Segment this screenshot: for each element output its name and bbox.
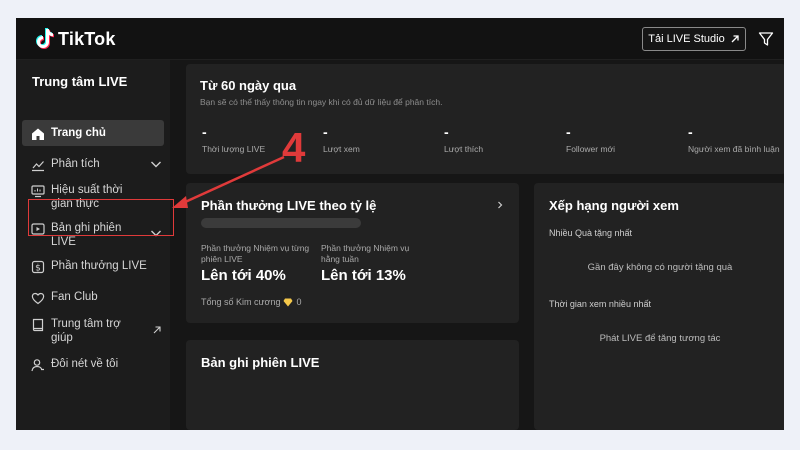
sidebar-item-label: Fan Club	[51, 291, 98, 303]
chart-icon	[32, 161, 44, 172]
stat-value: -	[688, 124, 693, 140]
sidebar-item-label: Trang chủ	[51, 127, 106, 139]
heart-icon	[31, 292, 45, 305]
weekly-reward-value: Lên tới 13%	[321, 267, 406, 284]
top-bar: TikTok Tải LIVE Studio	[16, 18, 784, 60]
monitor-icon	[31, 185, 45, 198]
logo-text: TikTok	[58, 28, 116, 49]
overview-title: Từ 60 ngày qua	[200, 78, 297, 93]
rewards-panel[interactable]: Phần thưởng LIVE theo tỷ lệ Phần thưởng …	[186, 183, 519, 323]
stat-label: Follower mới	[566, 144, 616, 154]
diamond-icon	[283, 298, 293, 306]
diamonds-value: 0	[296, 297, 302, 307]
sidebar-item-about-me[interactable]: Đôi nét về tôi	[22, 357, 164, 372]
sidebar-item-help-center[interactable]: Trung tâm trợ giúp	[22, 317, 164, 345]
svg-text:$: $	[35, 264, 41, 274]
studio-button-label: Tải LIVE Studio	[648, 33, 725, 45]
external-link-icon	[731, 35, 739, 43]
records-title: Bản ghi phiên LIVE	[201, 355, 320, 370]
sidebar-item-label: Phần thưởng LIVE	[51, 260, 147, 272]
tiktok-logo[interactable]: TikTok	[36, 27, 116, 51]
annotation-step-number: 4	[282, 124, 306, 171]
book-icon	[32, 318, 44, 332]
external-link-icon	[153, 326, 161, 334]
diamonds-label: Tổng số Kim cương	[201, 297, 281, 307]
weekly-reward-label: Phần thưởng Nhiệm vụ hằng tuần	[321, 243, 410, 264]
top-watch-label: Thời gian xem nhiều nhất	[549, 299, 651, 309]
blurred-text-placeholder	[201, 218, 361, 228]
top-watch-empty-message: Phát LIVE để tăng tương tác	[599, 333, 721, 344]
sidebar-title: Trung tâm LIVE	[32, 74, 128, 89]
stat-label: Lượt xem	[323, 144, 360, 154]
sidebar-item-analytics[interactable]: Phân tích	[22, 157, 164, 172]
live-records-panel[interactable]: Bản ghi phiên LIVE	[186, 340, 519, 430]
sidebar-item-home[interactable]: Trang chủ	[22, 120, 164, 146]
filter-icon[interactable]	[758, 31, 774, 47]
stat-label: Thời lượng LIVE	[202, 144, 266, 154]
tiktok-live-center-window: TikTok Tải LIVE Studio Trung tâm LIVE Tr…	[16, 18, 784, 430]
user-icon	[31, 359, 44, 372]
sidebar-item-label: Trung tâm trợ giúp	[51, 318, 121, 344]
viewer-ranking-panel: Xếp hạng người xem Nhiều Quà tặng nhất G…	[534, 183, 784, 430]
sidebar-item-live-rewards[interactable]: $ Phần thưởng LIVE	[22, 259, 164, 274]
annotation-highlight-box	[28, 199, 174, 236]
stat-label: Lượt thích	[444, 144, 484, 154]
chevron-down-icon[interactable]	[150, 158, 162, 170]
sidebar: Trung tâm LIVE Trang chủ Phân tích Hiệu …	[16, 60, 170, 430]
rewards-title: Phần thưởng LIVE theo tỷ lệ	[201, 198, 377, 213]
session-reward-label: Phần thưởng Nhiệm vụ từng phiên LIVE	[201, 243, 310, 264]
session-reward-value: Lên tới 40%	[201, 267, 286, 284]
ranking-title: Xếp hạng người xem	[549, 198, 679, 213]
home-icon	[32, 128, 44, 140]
top-gifts-label: Nhiều Quà tặng nhất	[549, 228, 633, 238]
overview-panel: Từ 60 ngày qua Bạn sẽ có thể thấy thông …	[186, 64, 784, 174]
sidebar-item-label: Đôi nét về tôi	[51, 358, 119, 370]
top-gifts-empty-message: Gần đây không có người tặng quà	[587, 262, 733, 273]
chevron-right-icon[interactable]	[496, 201, 504, 209]
sidebar-item-label: Phân tích	[51, 158, 100, 170]
download-live-studio-button[interactable]: Tải LIVE Studio	[642, 27, 746, 51]
stat-label: Người xem đã bình luận	[688, 144, 780, 154]
tiktok-logo-icon	[36, 28, 54, 49]
stat-value: -	[202, 124, 207, 140]
overview-subtitle: Bạn sẽ có thể thấy thông tin ngay khi có…	[200, 97, 443, 107]
sidebar-item-fan-club[interactable]: Fan Club	[22, 290, 164, 305]
reward-icon: $	[31, 260, 45, 274]
stat-value: -	[323, 124, 328, 140]
stat-value: -	[444, 124, 449, 140]
stat-value: -	[566, 124, 571, 140]
diamonds-total: Tổng số Kim cương 0	[201, 297, 301, 307]
